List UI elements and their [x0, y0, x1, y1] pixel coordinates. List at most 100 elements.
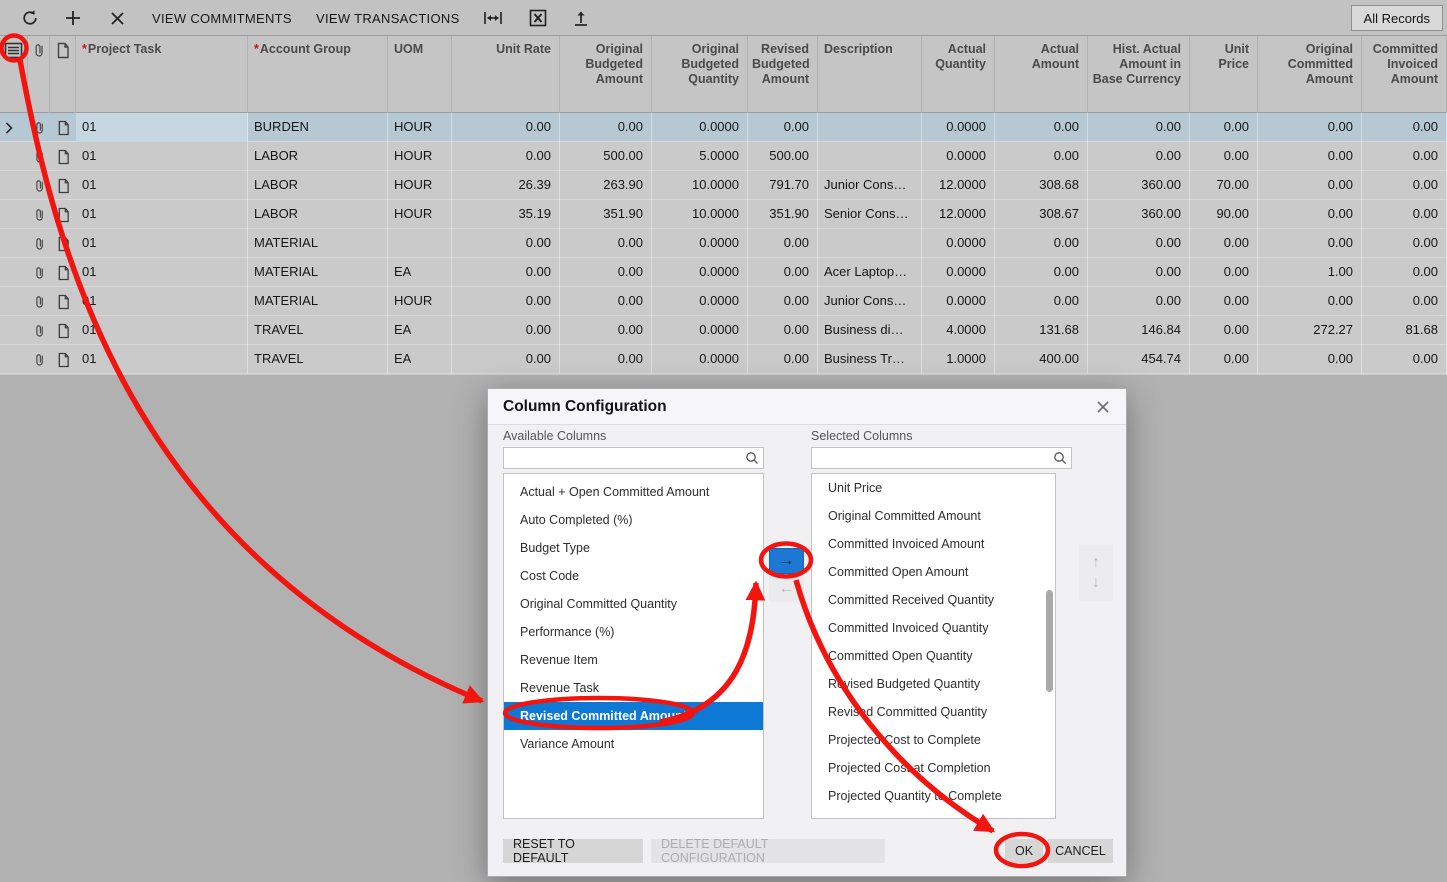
- available-search-input[interactable]: [508, 448, 741, 468]
- delete-row-button[interactable]: [105, 0, 129, 36]
- available-column-item[interactable]: Auto Completed (%): [504, 506, 763, 534]
- cell-unit_rate[interactable]: 26.39: [452, 171, 560, 200]
- table-row[interactable]: 01BURDENHOUR0.000.000.00000.000.00000.00…: [0, 113, 1447, 142]
- attachments-column-header[interactable]: [28, 36, 50, 113]
- selected-column-item[interactable]: Original Committed Amount: [812, 502, 1055, 530]
- available-column-item[interactable]: Variance Amount: [504, 730, 763, 758]
- cell-uom[interactable]: HOUR: [388, 171, 452, 200]
- cell-actual_quantity[interactable]: 12.0000: [922, 171, 995, 200]
- cell-project_task[interactable]: 01: [76, 287, 248, 316]
- cancel-button[interactable]: CANCEL: [1048, 839, 1113, 863]
- table-row[interactable]: 01LABORHOUR26.39263.9010.0000791.70Junio…: [0, 171, 1447, 200]
- cell-unit_price[interactable]: 0.00: [1190, 142, 1258, 171]
- column-header-unit_price[interactable]: Unit Price: [1190, 36, 1258, 113]
- cell-hist_actual_amount_in_base_currency[interactable]: 360.00: [1088, 171, 1190, 200]
- selected-list-scrollbar[interactable]: [1046, 590, 1053, 692]
- cell-original_committed_amount[interactable]: 0.00: [1258, 287, 1362, 316]
- cell-original_committed_amount[interactable]: 1.00: [1258, 258, 1362, 287]
- cell-unit_rate[interactable]: 0.00: [452, 258, 560, 287]
- cell-original_budgeted_amount[interactable]: 0.00: [560, 316, 652, 345]
- cell-actual_amount[interactable]: 308.67: [995, 200, 1088, 229]
- column-header-unit_rate[interactable]: Unit Rate: [452, 36, 560, 113]
- cell-unit_rate[interactable]: 0.00: [452, 142, 560, 171]
- selected-column-item[interactable]: Unit Price: [812, 474, 1055, 502]
- cell-project_task[interactable]: 01: [76, 142, 248, 171]
- cell-committed_invoiced_amount[interactable]: 0.00: [1362, 200, 1447, 229]
- available-column-item[interactable]: Budget Type: [504, 534, 763, 562]
- selected-column-item[interactable]: Revised Committed Quantity: [812, 698, 1055, 726]
- selected-column-item[interactable]: Projected Cost at Completion: [812, 754, 1055, 782]
- cell-original_committed_amount[interactable]: 0.00: [1258, 345, 1362, 374]
- cell-revised_budgeted_amount[interactable]: 791.70: [748, 171, 818, 200]
- cell-original_budgeted_amount[interactable]: 263.90: [560, 171, 652, 200]
- row-note-icon[interactable]: [50, 287, 76, 316]
- cell-actual_amount[interactable]: 0.00: [995, 113, 1088, 142]
- ok-button[interactable]: OK: [1005, 839, 1043, 863]
- selected-column-item[interactable]: Committed Invoiced Amount: [812, 530, 1055, 558]
- available-column-item[interactable]: Cost Code: [504, 562, 763, 590]
- selected-column-item[interactable]: Committed Open Amount: [812, 558, 1055, 586]
- available-column-item[interactable]: Original Committed Quantity: [504, 590, 763, 618]
- cell-account_group[interactable]: BURDEN: [248, 113, 388, 142]
- column-header-hist_actual_amount_in_base_currency[interactable]: Hist. Actual Amount in Base Currency: [1088, 36, 1190, 113]
- cell-unit_rate[interactable]: 35.19: [452, 200, 560, 229]
- cell-original_committed_amount[interactable]: 0.00: [1258, 142, 1362, 171]
- row-note-icon[interactable]: [50, 345, 76, 374]
- cell-hist_actual_amount_in_base_currency[interactable]: 0.00: [1088, 287, 1190, 316]
- cell-original_budgeted_amount[interactable]: 351.90: [560, 200, 652, 229]
- dialog-close-button[interactable]: [1094, 398, 1112, 416]
- cell-project_task[interactable]: 01: [76, 171, 248, 200]
- cell-unit_price[interactable]: 0.00: [1190, 229, 1258, 258]
- cell-revised_budgeted_amount[interactable]: 0.00: [748, 316, 818, 345]
- table-row[interactable]: 01MATERIALHOUR0.000.000.00000.00Junior C…: [0, 287, 1447, 316]
- table-row[interactable]: 01MATERIAL0.000.000.00000.000.00000.000.…: [0, 229, 1447, 258]
- cell-actual_amount[interactable]: 0.00: [995, 142, 1088, 171]
- row-paperclip-icon[interactable]: [28, 258, 50, 287]
- row-note-icon[interactable]: [50, 171, 76, 200]
- column-header-project_task[interactable]: *Project Task: [76, 36, 248, 113]
- cell-original_committed_amount[interactable]: 272.27: [1258, 316, 1362, 345]
- selected-search-input[interactable]: [816, 448, 1049, 468]
- column-header-original_budgeted_amount[interactable]: Original Budgeted Amount: [560, 36, 652, 113]
- cell-account_group[interactable]: LABOR: [248, 200, 388, 229]
- column-header-original_budgeted_quantity[interactable]: Original Budgeted Quantity: [652, 36, 748, 113]
- table-row[interactable]: 01LABORHOUR35.19351.9010.0000351.90Senio…: [0, 200, 1447, 229]
- cell-description[interactable]: Junior Cons…: [818, 287, 922, 316]
- row-note-icon[interactable]: [50, 200, 76, 229]
- cell-hist_actual_amount_in_base_currency[interactable]: 360.00: [1088, 200, 1190, 229]
- cell-committed_invoiced_amount[interactable]: 0.00: [1362, 142, 1447, 171]
- column-header-actual_amount[interactable]: Actual Amount: [995, 36, 1088, 113]
- cell-description[interactable]: Acer Laptop…: [818, 258, 922, 287]
- row-paperclip-icon[interactable]: [28, 287, 50, 316]
- cell-revised_budgeted_amount[interactable]: 0.00: [748, 345, 818, 374]
- cell-committed_invoiced_amount[interactable]: 0.00: [1362, 345, 1447, 374]
- upload-button[interactable]: [568, 0, 594, 36]
- cell-uom[interactable]: HOUR: [388, 142, 452, 171]
- cell-project_task[interactable]: 01: [76, 258, 248, 287]
- selected-column-item[interactable]: Projected Cost to Complete: [812, 726, 1055, 754]
- cell-committed_invoiced_amount[interactable]: 0.00: [1362, 171, 1447, 200]
- cell-original_committed_amount[interactable]: 0.00: [1258, 200, 1362, 229]
- cell-uom[interactable]: HOUR: [388, 113, 452, 142]
- cell-actual_quantity[interactable]: 4.0000: [922, 316, 995, 345]
- column-header-description[interactable]: Description: [818, 36, 922, 113]
- selected-column-item[interactable]: Committed Invoiced Quantity: [812, 614, 1055, 642]
- cell-committed_invoiced_amount[interactable]: 0.00: [1362, 258, 1447, 287]
- cell-actual_quantity[interactable]: 1.0000: [922, 345, 995, 374]
- table-row[interactable]: 01LABORHOUR0.00500.005.0000500.000.00000…: [0, 142, 1447, 171]
- cell-account_group[interactable]: MATERIAL: [248, 287, 388, 316]
- cell-original_budgeted_amount[interactable]: 500.00: [560, 142, 652, 171]
- cell-description[interactable]: Business Tr…: [818, 345, 922, 374]
- cell-actual_amount[interactable]: 0.00: [995, 258, 1088, 287]
- selected-column-item[interactable]: Revised Budgeted Quantity: [812, 670, 1055, 698]
- all-records-button[interactable]: All Records: [1351, 5, 1443, 31]
- cell-account_group[interactable]: MATERIAL: [248, 229, 388, 258]
- cell-unit_rate[interactable]: 0.00: [452, 287, 560, 316]
- export-excel-button[interactable]: [525, 0, 551, 36]
- cell-uom[interactable]: HOUR: [388, 287, 452, 316]
- column-header-actual_quantity[interactable]: Actual Quantity: [922, 36, 995, 113]
- cell-description[interactable]: Business di…: [818, 316, 922, 345]
- cell-original_budgeted_quantity[interactable]: 0.0000: [652, 287, 748, 316]
- cell-description[interactable]: [818, 229, 922, 258]
- cell-original_committed_amount[interactable]: 0.00: [1258, 113, 1362, 142]
